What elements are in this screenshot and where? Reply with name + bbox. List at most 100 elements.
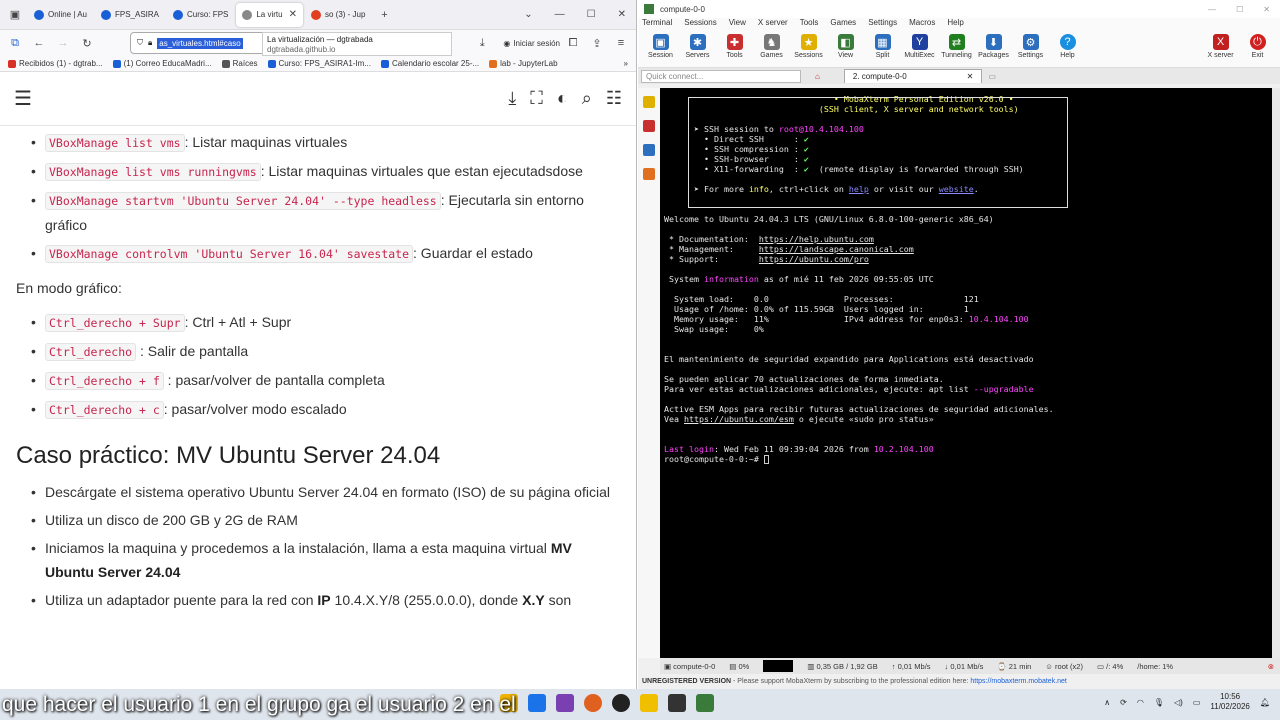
new-session-tab-icon[interactable]: ▭ (988, 72, 996, 81)
browser-tab[interactable]: Online | Au (28, 3, 93, 27)
tab-favicon-icon (173, 9, 184, 20)
tunneling-button[interactable]: ⇄ Tunneling (938, 34, 975, 59)
maximize-icon[interactable]: ☐ (1236, 5, 1243, 14)
maximize-icon[interactable]: ☐ (587, 9, 596, 20)
status-close-icon[interactable]: ⊗ (1268, 662, 1274, 671)
menu-view[interactable]: View (729, 18, 746, 32)
menu-games[interactable]: Games (830, 18, 856, 32)
status-memory: ▥ 0,35 GB / 1,92 GB (807, 661, 878, 671)
menu-sessions[interactable]: Sessions (684, 18, 716, 32)
visual-studio-icon[interactable] (556, 694, 574, 712)
menu-settings[interactable]: Settings (868, 18, 897, 32)
list-item: Descárgate el sistema operativo Ubuntu S… (31, 480, 620, 504)
search-icon[interactable]: ⌕ (582, 88, 592, 109)
download-icon[interactable]: ⤓ (471, 32, 493, 54)
menu-help[interactable]: Help (947, 18, 963, 32)
notepad-icon[interactable] (640, 694, 658, 712)
mobaxterm-icon[interactable] (696, 694, 714, 712)
list-item: VBoxManage list vms runningvms: Listar m… (31, 159, 620, 184)
tab-overview-icon[interactable]: ▣ (4, 4, 26, 26)
browser-tab-active[interactable]: La virtu ✕ (236, 2, 303, 27)
games-button[interactable]: ♞ Games (753, 34, 790, 59)
split-button[interactable]: ▦ Split (864, 34, 901, 59)
new-tab-icon[interactable]: + (373, 4, 395, 26)
home-tab-icon[interactable]: ⌂ (815, 72, 820, 81)
minimize-icon[interactable]: — (1208, 5, 1216, 14)
list-item: Ctrl_derecho : Salir de pantalla (31, 339, 620, 364)
url-text[interactable]: as_virtuales.html#caso (157, 37, 243, 49)
clock[interactable]: 10:56 11/02/2026 (1210, 692, 1249, 712)
toolbar: ▣ Session ✱ Servers ✚ Tools ♞ Games ★ Session… (638, 32, 1280, 68)
tab-favicon-icon (310, 9, 321, 20)
terminal-icon[interactable] (668, 694, 686, 712)
terminal[interactable]: • MobaXterm Personal Edition v26.0 • (SS… (660, 88, 1272, 658)
tab-list-icon[interactable]: ⌄ (524, 9, 532, 20)
bookmark-item[interactable]: (1) Correo EducaMadri... (112, 59, 212, 68)
menu-tools[interactable]: Tools (800, 18, 819, 32)
vscode-icon[interactable] (528, 694, 546, 712)
session-button[interactable]: ▣ Session (642, 34, 679, 59)
help-button[interactable]: ? Help (1049, 34, 1086, 59)
app-menu-icon[interactable]: ≡ (610, 32, 632, 54)
xserver-button[interactable]: XX server (1202, 34, 1239, 59)
wifi-icon[interactable]: ◠ (1137, 698, 1144, 707)
back-icon[interactable]: ← (28, 32, 50, 54)
bookmark-item[interactable]: Raíces (221, 59, 258, 68)
subscribe-link[interactable]: https://mobaxterm.mobatek.net (970, 678, 1067, 685)
sidebar-icon[interactable]: ⧉ (4, 32, 26, 54)
tools-button[interactable]: ✚ Tools (716, 34, 753, 59)
tools-side-icon[interactable] (643, 120, 655, 132)
download-icon[interactable]: ⤓ (508, 88, 516, 109)
menu-xserver[interactable]: X server (758, 18, 788, 32)
fullscreen-icon[interactable]: ⛶ (530, 88, 543, 109)
menu-terminal[interactable]: Terminal (642, 18, 672, 32)
github-icon[interactable] (612, 694, 630, 712)
session-tab[interactable]: 2. compute-0-0 ✕ (843, 69, 983, 83)
hamburger-menu-icon[interactable]: ☰ (14, 86, 32, 111)
bookmark-item[interactable]: lab - JupyterLab (489, 59, 558, 68)
browser-tab[interactable]: FPS_ASIRA (95, 3, 165, 27)
tray-app-icon[interactable]: ⟳ (1120, 698, 1127, 707)
macros-side-icon[interactable] (643, 168, 655, 180)
exit-button[interactable]: ⏻ Exit (1239, 34, 1276, 59)
signin-button[interactable]: ◉ Iniciar sesión (503, 39, 560, 48)
close-tab-icon[interactable]: ✕ (967, 72, 974, 81)
more-bookmarks-icon[interactable]: » (624, 59, 628, 68)
quick-connect-input[interactable]: Quick connect... (641, 69, 801, 83)
bookmark-item[interactable]: Recibidos (1) - dgtrab... (8, 59, 103, 68)
reload-icon[interactable]: ↻ (76, 32, 98, 54)
tunneling-icon: ⇄ (948, 34, 965, 50)
browser-tab[interactable]: so (3) - Jup (305, 3, 371, 27)
share-icon[interactable]: ⇪ (586, 32, 608, 54)
contrast-icon[interactable]: ◐ (557, 88, 568, 109)
volume-icon[interactable]: ◁) (1174, 698, 1183, 707)
battery-icon[interactable]: ▭ (1193, 698, 1201, 707)
status-disk-root: ▭ /: 4% (1096, 661, 1124, 671)
minimize-icon[interactable]: — (555, 9, 565, 20)
extensions-icon[interactable]: ⧠ (562, 32, 584, 54)
toc-icon[interactable]: ☷ (606, 88, 622, 109)
list-item: VBoxManage controlvm 'Ubuntu Server 16.0… (31, 241, 620, 266)
servers-button[interactable]: ✱ Servers (679, 34, 716, 59)
view-button[interactable]: ◧ View (827, 34, 864, 59)
menu-macros[interactable]: Macros (909, 18, 935, 32)
close-window-icon[interactable]: ✕ (1263, 5, 1270, 14)
mic-icon[interactable]: 🎙︎ (1154, 698, 1164, 707)
firefox-icon[interactable] (584, 694, 602, 712)
browser-tab[interactable]: Curso: FPS (167, 3, 234, 27)
packages-button[interactable]: ⬇ Packages (975, 34, 1012, 59)
bookmark-item[interactable]: Calendario escolar 25-... (381, 59, 479, 68)
tray-expand-icon[interactable]: ∧ (1104, 698, 1110, 707)
sessions-button[interactable]: ★ Sessions (790, 34, 827, 59)
status-uptime: ⌚ 21 min (997, 661, 1032, 671)
forward-icon[interactable]: → (52, 32, 74, 54)
close-tab-icon[interactable]: ✕ (289, 9, 297, 20)
notifications-icon[interactable]: 🔔︎ (1260, 698, 1270, 707)
sessions-star-icon[interactable] (643, 96, 655, 108)
sftp-side-icon[interactable] (643, 144, 655, 156)
multiexec-button[interactable]: Y MultiExec (901, 34, 938, 59)
close-window-icon[interactable]: ✕ (618, 9, 626, 20)
settings-button[interactable]: ⚙ Settings (1012, 34, 1049, 59)
bookmark-item[interactable]: Curso: FPS_ASIRA1-Im... (267, 59, 371, 68)
terminal-scrollbar[interactable] (1272, 88, 1280, 658)
